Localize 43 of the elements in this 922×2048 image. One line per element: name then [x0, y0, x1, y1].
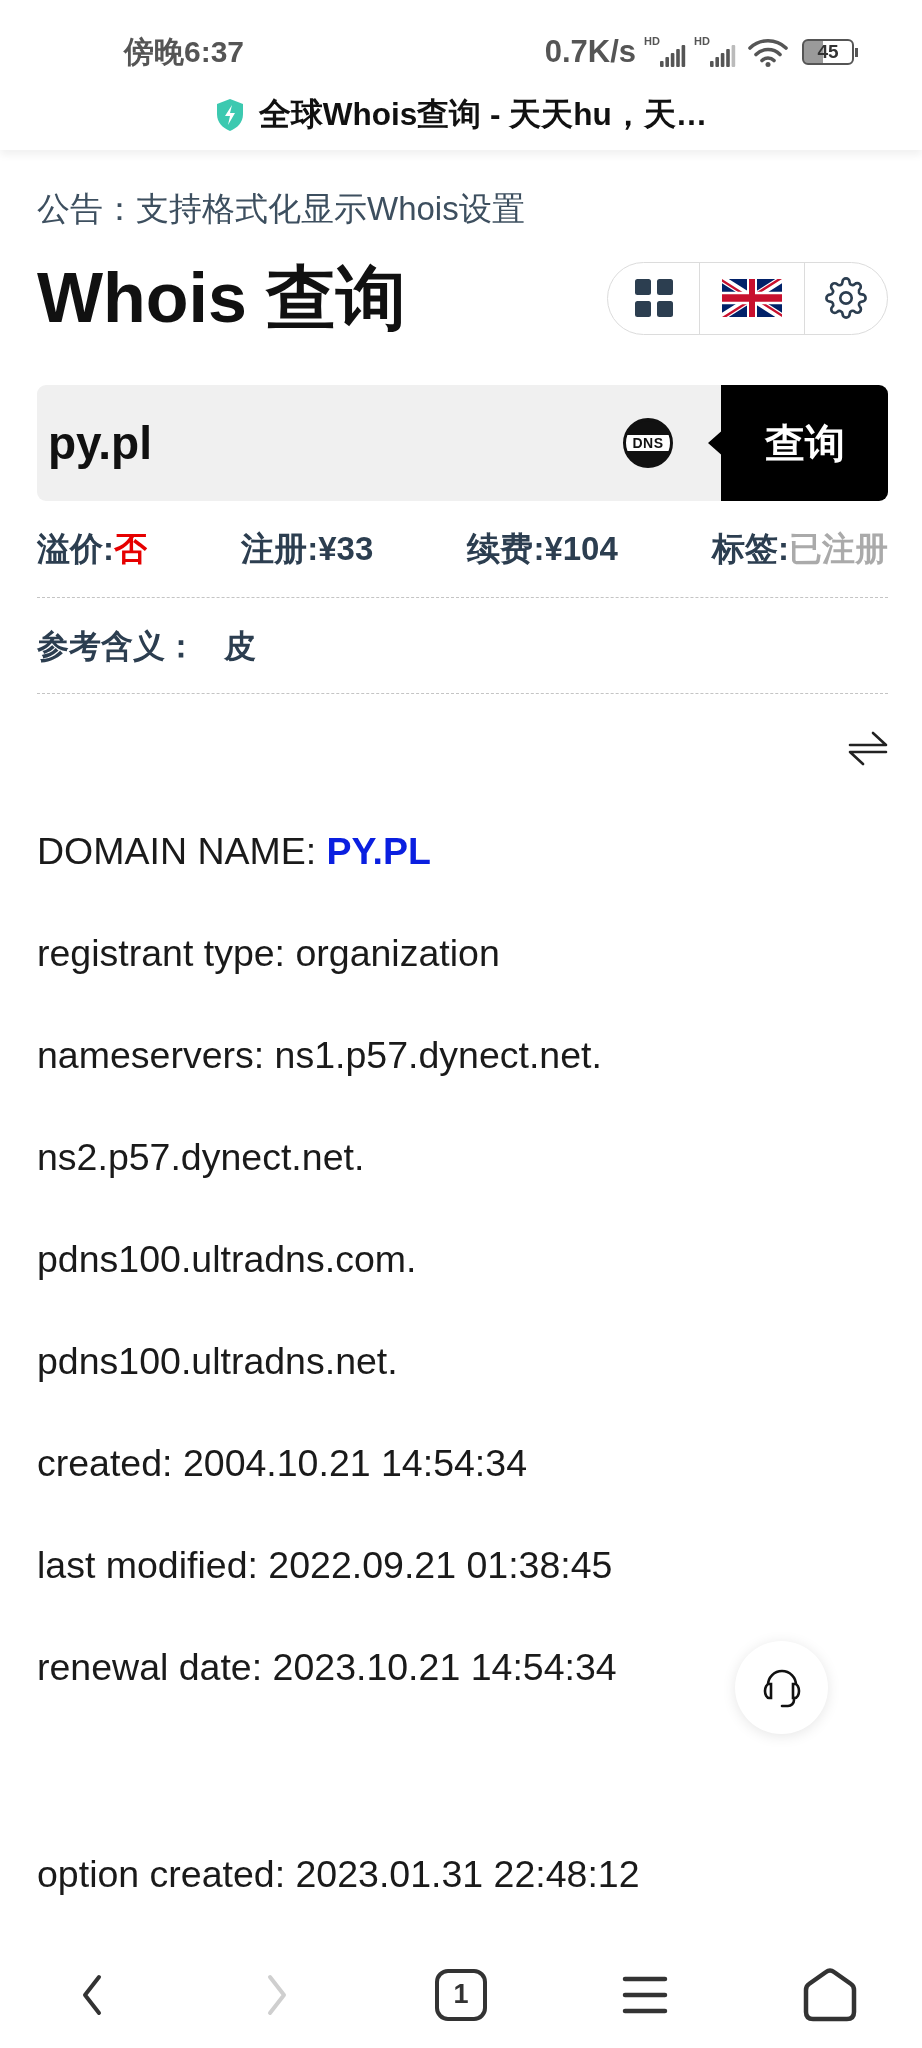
whois-line: last modified: 2022.09.21 01:38:45	[37, 1543, 613, 1587]
signal-icon	[660, 45, 686, 67]
hd-label: HD	[644, 35, 660, 47]
status-time: 傍晚6:37	[124, 33, 245, 70]
signal-icon	[710, 45, 736, 67]
menu-icon	[622, 1974, 669, 2015]
page-heading: Whois 查询	[37, 258, 407, 338]
network-speed: 0.7K/s	[544, 34, 636, 70]
page-title: 全球Whois查询 - 天天hu，天…	[258, 95, 708, 134]
domain-link[interactable]: PY.PL	[326, 830, 431, 872]
dns-button[interactable]: DNS	[623, 418, 673, 468]
whois-line: pdns100.ultradns.com.	[37, 1237, 417, 1281]
home-icon	[802, 1967, 857, 2022]
search-field[interactable]: py.pl	[37, 408, 623, 478]
price-value: 已注册	[789, 530, 888, 567]
search-box[interactable]: py.pl DNS 查询	[37, 385, 888, 501]
search-button[interactable]: 查询	[708, 385, 888, 501]
shield-icon	[214, 98, 245, 132]
hd-label: HD	[694, 35, 710, 47]
flag-icon	[722, 279, 782, 317]
swap-icon	[848, 730, 888, 766]
whois-line: registrant type: organization	[37, 931, 500, 975]
settings-icon	[825, 277, 867, 319]
price-value: 否	[114, 530, 147, 567]
whois-line: ns2.p57.dynect.net.	[37, 1135, 365, 1179]
whois-line: pdns100.ultradns.net.	[37, 1339, 398, 1383]
announcement-text: 公告：支持格式化显示Whois设置	[37, 189, 526, 229]
price-label: 标签:	[712, 530, 789, 567]
price-label: 溢价:	[37, 530, 114, 567]
price-value: ¥33	[318, 530, 374, 567]
whois-line: option created: 2023.01.31 22:48:12	[37, 1852, 640, 1896]
whois-line: nameservers: ns1.p57.dynect.net.	[37, 1033, 602, 1077]
whois-field-label: DOMAIN NAME:	[37, 830, 317, 872]
whois-line: renewal date: 2023.10.21 14:54:34	[37, 1645, 617, 1689]
price-label: 注册:	[241, 530, 319, 567]
battery-indicator: 45	[802, 39, 858, 65]
whois-line: created: 2004.10.21 14:54:34	[37, 1441, 527, 1485]
reference-value: 皮	[223, 628, 256, 664]
price-label: 续费:	[467, 530, 545, 567]
grid-icon	[634, 279, 673, 317]
price-value: ¥104	[544, 530, 618, 567]
reference-label: 参考含义：	[37, 628, 197, 664]
wifi-icon	[748, 37, 788, 67]
